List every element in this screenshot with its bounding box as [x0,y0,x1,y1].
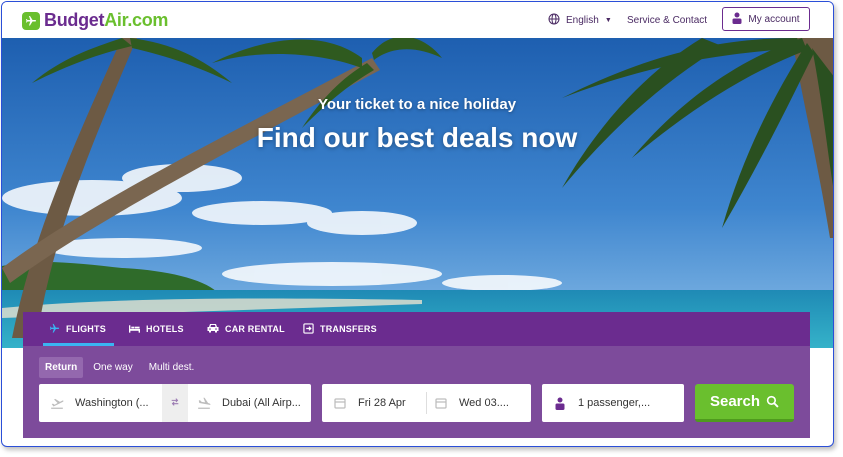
language-selector[interactable]: English ▼ [548,13,612,28]
my-account-label: My account [748,13,800,25]
product-tabs: FLIGHTS HOTELS CAR RENTAL TRANSFERS [23,312,810,346]
trip-type-selector: Return One way Multi dest. [39,357,204,378]
origin-value: Washington (... [75,397,149,409]
passenger-icon [550,397,570,410]
browser-frame: BudgetAir.com English ▼ Service & Contac… [1,1,834,447]
takeoff-icon [47,397,67,409]
beach-scene-image [2,38,833,348]
logo[interactable]: BudgetAir.com [22,10,168,31]
logo-text-part2: Air.com [104,10,169,30]
origin-field[interactable]: Washington (... [39,384,162,422]
return-date-field[interactable]: Wed 03.... [427,384,531,422]
user-icon [732,12,742,27]
search-panel: FLIGHTS HOTELS CAR RENTAL TRANSFERS Retu… [23,312,810,438]
transfer-icon [303,322,314,336]
depart-date-field[interactable]: Fri 28 Apr [322,384,426,422]
tab-car-rental[interactable]: CAR RENTAL [207,312,285,346]
depart-date-value: Fri 28 Apr [358,397,406,409]
plane-icon [49,323,60,336]
tab-hotels[interactable]: HOTELS [129,312,184,346]
plane-logo-icon [22,11,40,30]
landing-icon [194,397,214,409]
my-account-button[interactable]: My account [722,7,810,31]
bed-icon [129,324,140,335]
passengers-value: 1 passenger,... [578,397,651,409]
tab-flights[interactable]: FLIGHTS [43,312,114,346]
calendar-return-icon [431,397,451,409]
tab-transfers-label: TRANSFERS [320,324,377,334]
hero-banner: Your ticket to a nice holiday Find our b… [2,38,833,348]
hero-title: Find our best deals now [256,122,578,153]
trip-mode-one-way[interactable]: One way [87,357,138,378]
trip-mode-return[interactable]: Return [39,357,84,378]
logo-text: BudgetAir.com [44,10,168,31]
tab-hotels-label: HOTELS [146,324,184,334]
trip-mode-multi-dest[interactable]: Multi dest. [143,357,201,378]
passengers-field[interactable]: 1 passenger,... [542,384,684,422]
destination-field[interactable]: Dubai (All Airp... [188,384,311,422]
search-icon [766,395,779,408]
hero-subtitle: Your ticket to a nice holiday [317,96,517,113]
destination-value: Dubai (All Airp... [222,397,301,409]
tab-car-rental-label: CAR RENTAL [225,324,285,334]
search-button-label: Search [709,393,761,410]
swap-route-button[interactable] [162,384,188,422]
swap-icon [170,394,180,412]
calendar-icon [330,397,350,409]
language-label: English [566,15,599,26]
return-date-value: Wed 03.... [459,397,509,409]
globe-icon [548,13,560,28]
search-button[interactable]: Search [695,384,794,422]
tab-flights-label: FLIGHTS [66,324,106,334]
service-contact-link[interactable]: Service & Contact [627,15,707,26]
chevron-down-icon: ▼ [604,17,612,24]
site-header: BudgetAir.com English ▼ Service & Contac… [2,2,833,38]
car-icon [207,323,219,335]
tab-transfers[interactable]: TRANSFERS [303,312,377,346]
logo-text-part1: Budget [44,10,105,30]
